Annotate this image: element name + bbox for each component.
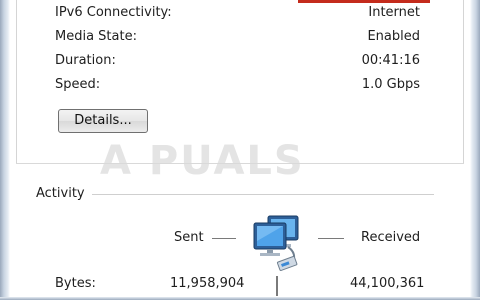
window-frame-right bbox=[470, 0, 480, 300]
watermark-logo: A PUALS bbox=[100, 138, 305, 184]
received-label: Received bbox=[361, 230, 421, 245]
duration-row: Duration: 00:41:16 bbox=[55, 52, 420, 70]
duration-label: Duration: bbox=[55, 53, 116, 68]
media-state-value: Enabled bbox=[367, 29, 420, 44]
activity-section-title: Activity bbox=[36, 186, 85, 201]
media-state-row: Media State: Enabled bbox=[55, 28, 420, 46]
ipv6-connectivity-value: Internet bbox=[368, 5, 420, 20]
activity-divider bbox=[92, 194, 434, 195]
bytes-separator bbox=[276, 276, 278, 296]
window-frame-left bbox=[0, 0, 10, 300]
sent-connector-line bbox=[212, 238, 236, 239]
bytes-label: Bytes: bbox=[55, 276, 96, 291]
duration-value: 00:41:16 bbox=[361, 53, 420, 68]
sent-label: Sent bbox=[174, 230, 204, 245]
ipv6-connectivity-label: IPv6 Connectivity: bbox=[55, 5, 172, 20]
group-divider bbox=[16, 163, 464, 164]
received-connector-line bbox=[318, 238, 344, 239]
media-state-label: Media State: bbox=[55, 29, 137, 44]
speed-label: Speed: bbox=[55, 77, 101, 92]
bytes-received-value: 44,100,361 bbox=[350, 276, 425, 291]
network-computers-icon bbox=[253, 215, 299, 271]
speed-row: Speed: 1.0 Gbps bbox=[55, 76, 420, 94]
bytes-sent-value: 11,958,904 bbox=[170, 276, 245, 291]
top-accent-bar bbox=[298, 0, 430, 3]
ipv6-connectivity-row: IPv6 Connectivity: Internet bbox=[55, 4, 420, 22]
speed-value: 1.0 Gbps bbox=[361, 77, 420, 92]
details-button[interactable]: Details... bbox=[58, 109, 148, 133]
